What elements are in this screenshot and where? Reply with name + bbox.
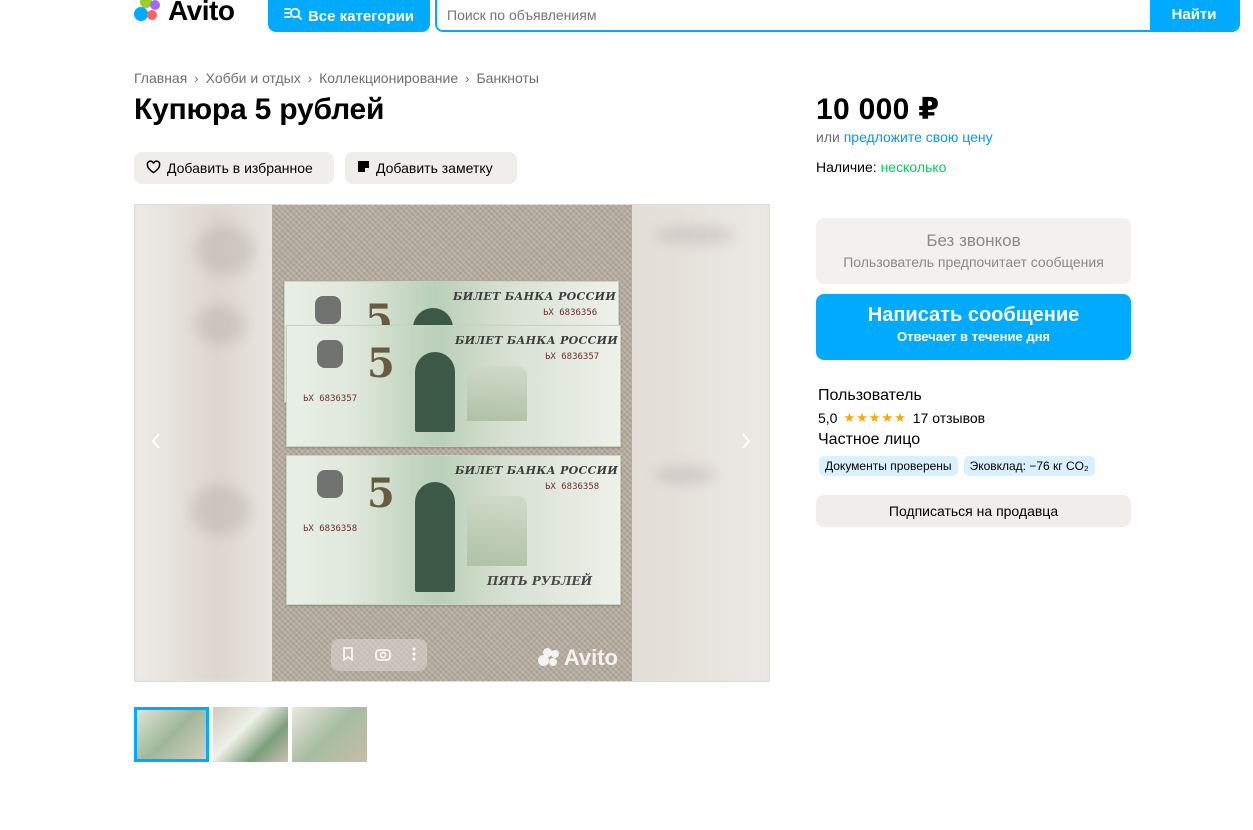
thumbnail-1[interactable] (134, 707, 209, 762)
favorite-label: Добавить в избранное (167, 160, 313, 176)
breadcrumb-home[interactable]: Главная (134, 70, 187, 86)
availability: Наличие: несколько (816, 159, 946, 175)
add-to-favorites-button[interactable]: Добавить в избранное (134, 152, 334, 184)
seller-rating: 5,0 ★★★★★ 17 отзывов (818, 410, 985, 426)
heart-icon (146, 159, 161, 177)
thumbnail-strip (134, 707, 367, 762)
reviews-link[interactable]: 17 отзывов (913, 410, 985, 426)
search-bar: Найти (435, 0, 1240, 32)
rating-stars-icon: ★★★★★ (843, 410, 907, 425)
breadcrumb-collecting[interactable]: Коллекционирование (319, 70, 458, 86)
write-message-label: Написать сообщение (867, 304, 1080, 326)
response-time: Отвечает в течение дня (896, 329, 1051, 344)
all-categories-label: Все категории (307, 7, 415, 25)
no-calls-notice: Без звонков Пользователь предпочитает со… (816, 218, 1131, 284)
breadcrumb-banknotes[interactable]: Банкноты (476, 70, 539, 86)
seller-name[interactable]: Пользователь (818, 387, 922, 405)
all-categories-button[interactable]: Все категории (268, 0, 430, 32)
thumbnail-2[interactable] (213, 707, 288, 762)
chevron-right-icon[interactable] (741, 429, 751, 455)
search-button[interactable]: Найти (1150, 0, 1238, 30)
lens-icon[interactable] (375, 647, 391, 664)
search-categories-icon (284, 6, 302, 26)
rating-value: 5,0 (818, 410, 838, 426)
image-toolbar (331, 639, 427, 671)
availability-value: несколько (880, 159, 947, 175)
note-icon (357, 160, 370, 176)
note-label: Добавить заметку (376, 160, 493, 176)
logo-dots-icon (134, 0, 164, 26)
avito-watermark: Avito (537, 645, 618, 671)
write-message-button[interactable]: Написать сообщение Отвечает в течение дн… (816, 294, 1131, 360)
avito-logo[interactable]: Avito (134, 0, 235, 26)
listing-photo: 5 БИЛЕТ БАНКА РОССИИ ЬХ 6836356 5 БИЛЕТ … (272, 205, 632, 681)
chevron-right-icon: › (194, 70, 199, 86)
seller-kind: Частное лицо (818, 431, 921, 448)
logo-text: Avito (168, 0, 235, 26)
price-offer: или предложите свою цену (816, 129, 993, 145)
chevron-right-icon: › (465, 70, 470, 86)
no-calls-title: Без звонков (926, 231, 1021, 250)
banknote-image: 5 БИЛЕТ БАНКА РОССИИ ЬХ 6836358 ЬХ 68363… (286, 455, 621, 605)
page-title: Купюра 5 рублей (134, 93, 385, 126)
price: 10 000 ₽ (816, 93, 940, 126)
eco-contribution-badge[interactable]: Эковклад: −76 кг CO₂ (963, 456, 1095, 476)
documents-verified-badge[interactable]: Документы проверены (819, 456, 958, 476)
breadcrumb: Главная › Хобби и отдых › Коллекциониров… (134, 70, 539, 86)
thumbnail-3[interactable] (292, 707, 367, 762)
chevron-right-icon: › (307, 70, 313, 86)
chevron-left-icon[interactable] (151, 429, 161, 455)
add-note-button[interactable]: Добавить заметку (345, 152, 517, 184)
search-input[interactable] (437, 0, 1150, 30)
banknote-image: 5 БИЛЕТ БАНКА РОССИИ ЬХ 6836357 ЬХ 68363… (286, 325, 621, 447)
offer-price-link[interactable]: предложите свою цену (844, 129, 993, 145)
logo-dots-icon (537, 648, 560, 668)
seller-badges: Документы проверены Эковклад: −76 кг CO₂ (819, 456, 1095, 476)
bookmark-icon[interactable] (342, 646, 354, 664)
no-calls-subtitle: Пользователь предпочитает сообщения (843, 254, 1104, 270)
availability-label: Наличие: (816, 159, 877, 175)
image-gallery[interactable]: 5 БИЛЕТ БАНКА РОССИИ ЬХ 6836356 5 БИЛЕТ … (134, 204, 770, 682)
subscribe-seller-button[interactable]: Подписаться на продавца (816, 495, 1131, 527)
more-icon[interactable] (412, 647, 416, 664)
breadcrumb-hobby[interactable]: Хобби и отдых (206, 70, 301, 86)
offer-prefix: или (816, 129, 840, 145)
